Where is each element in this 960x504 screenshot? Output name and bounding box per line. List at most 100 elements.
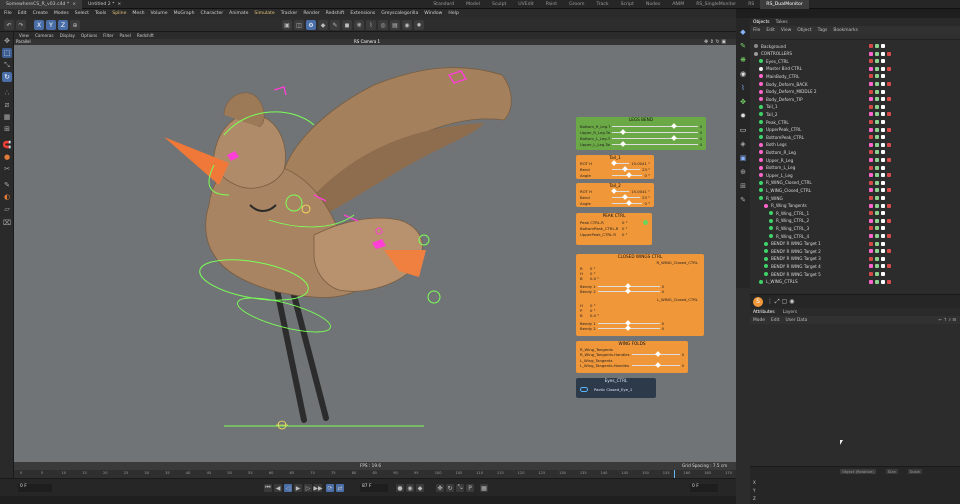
- object-row[interactable]: R_Wing_CTRL_4: [754, 233, 960, 239]
- tag-icon[interactable]: [875, 89, 879, 94]
- tag-icon[interactable]: [875, 158, 879, 162]
- tag-icon[interactable]: [881, 234, 885, 238]
- tag-icon[interactable]: [869, 211, 873, 216]
- slider-row[interactable]: Bend 23 °: [580, 166, 650, 173]
- menu-item[interactable]: Create: [33, 11, 48, 16]
- slider-row[interactable]: Bend 23 °: [580, 194, 650, 201]
- axis-y-icon[interactable]: Y: [46, 20, 56, 30]
- menu-item[interactable]: Edit: [18, 11, 27, 16]
- brush-icon[interactable]: ✎: [738, 196, 748, 206]
- slider-knob[interactable]: [624, 325, 631, 332]
- menu-bookmarks[interactable]: Bookmarks: [833, 28, 858, 33]
- tag-icon[interactable]: [887, 188, 891, 193]
- edge-mode-icon[interactable]: ⧄: [2, 100, 12, 110]
- tag-icon[interactable]: [875, 173, 879, 178]
- tag-icon[interactable]: [869, 279, 873, 284]
- tag-icon[interactable]: [881, 74, 885, 79]
- subdivision-icon[interactable]: ◼: [342, 20, 352, 30]
- slider-row[interactable]: B 0.0 °: [580, 313, 634, 318]
- tag-icon[interactable]: [881, 272, 885, 276]
- layout-tab[interactable]: Paint: [540, 0, 563, 9]
- menu-user-data[interactable]: User Data: [785, 318, 807, 323]
- light-icon[interactable]: ✹: [738, 112, 748, 122]
- tag-icon[interactable]: [881, 241, 885, 246]
- slider-row[interactable]: Upper_L_Leg.Tangent Upper_L_Leg 0: [580, 141, 702, 148]
- layout-tab[interactable]: RS: [742, 0, 760, 9]
- tag-icon[interactable]: [869, 66, 873, 71]
- tag-icon[interactable]: [881, 120, 885, 124]
- menu-item[interactable]: Render: [303, 11, 319, 16]
- tag-icon[interactable]: [869, 82, 873, 86]
- slider-row[interactable]: Bottom_R_Leg.Tangent Bottom_R_Leg 0: [580, 123, 702, 130]
- tag-icon[interactable]: [875, 188, 879, 193]
- tag-icon[interactable]: [887, 234, 891, 238]
- object-row[interactable]: Upper_R_Leg: [754, 157, 960, 163]
- object-row[interactable]: Tail_1: [754, 104, 960, 110]
- loop-icon[interactable]: ⟳: [326, 484, 334, 492]
- slider-knob[interactable]: [654, 362, 661, 369]
- tag-icon[interactable]: [881, 188, 885, 193]
- cube-icon[interactable]: ◆: [738, 28, 748, 38]
- viewport-menu-item[interactable]: Cameras: [35, 33, 54, 38]
- tag-icon[interactable]: ◈: [738, 140, 748, 150]
- tag-icon[interactable]: [869, 51, 873, 56]
- next-frame-icon[interactable]: ▷: [304, 484, 312, 492]
- menu-item[interactable]: Select: [75, 11, 89, 16]
- layout-tab[interactable]: Standard: [427, 0, 460, 9]
- viewport-menu-item[interactable]: Panel: [120, 33, 131, 38]
- tag-icon[interactable]: [875, 264, 879, 269]
- tag-icon[interactable]: [887, 249, 891, 254]
- slider-row[interactable]: L_Wing_Tangents.Handles 0: [580, 362, 684, 369]
- tag-icon[interactable]: [875, 59, 879, 64]
- object-row[interactable]: Both Legs: [754, 142, 960, 148]
- layout-tab-active[interactable]: RS_DualMonitor: [760, 0, 809, 9]
- layout-tab[interactable]: RS_SingleMonitor: [690, 0, 742, 9]
- tag-icon[interactable]: [881, 44, 885, 48]
- menu-item[interactable]: Simulate: [254, 11, 274, 16]
- lock-icon[interactable]: ⌧: [2, 218, 12, 228]
- object-row[interactable]: L_WING_Closed_CTRL: [754, 187, 960, 193]
- tag-icon[interactable]: [875, 196, 879, 200]
- tab-attributes[interactable]: Attributes: [753, 310, 775, 315]
- record-icon[interactable]: ●: [396, 484, 404, 492]
- tag-icon[interactable]: [869, 97, 873, 102]
- next-key-icon[interactable]: ▶▶: [313, 484, 323, 492]
- object-row[interactable]: BENDY R WING Target 4: [754, 263, 960, 269]
- document-tab[interactable]: SomewhereCS_R_v03.c4d * ×: [0, 0, 83, 9]
- viewport-menu-item[interactable]: View: [19, 33, 29, 38]
- object-row[interactable]: Bottom_R_Leg: [754, 149, 960, 155]
- slider-track[interactable]: [612, 200, 643, 207]
- tag-icon[interactable]: [887, 173, 891, 178]
- object-row[interactable]: R_Wing_CTRL_1: [754, 210, 960, 216]
- end-frame-field[interactable]: 0 F: [690, 484, 718, 492]
- viewport-menu-item[interactable]: Redshift: [137, 33, 154, 38]
- layout-tab[interactable]: Sculpt: [486, 0, 512, 9]
- live-selection-icon[interactable]: ⬚: [2, 48, 12, 58]
- slider-track[interactable]: [598, 325, 660, 332]
- camera-label[interactable]: RS Camera 1: [354, 39, 380, 44]
- object-row[interactable]: Background: [754, 43, 960, 49]
- menu-item[interactable]: Help: [448, 11, 458, 16]
- menu-item[interactable]: Spline: [112, 11, 126, 16]
- render-region-icon[interactable]: ◫: [294, 20, 304, 30]
- slider-track[interactable]: [598, 283, 660, 290]
- grid-icon[interactable]: ⊞: [738, 182, 748, 192]
- tag-icon[interactable]: [881, 180, 885, 185]
- mograph-icon[interactable]: ✥: [738, 98, 748, 108]
- snap-icon[interactable]: 🧲: [2, 140, 12, 150]
- object-row[interactable]: BENDY R WING Target 2: [754, 248, 960, 254]
- tag-icon[interactable]: [881, 97, 885, 102]
- object-row[interactable]: Tail_2: [754, 111, 960, 117]
- tag-icon[interactable]: [887, 112, 891, 117]
- uv-mode-icon[interactable]: ⊞: [2, 124, 12, 134]
- tag-icon[interactable]: [875, 142, 879, 147]
- slider-row[interactable]: Angle 0 °: [580, 200, 650, 207]
- tag-icon[interactable]: [869, 272, 873, 276]
- document-tab[interactable]: Untitled 2 * ×: [82, 0, 127, 9]
- tag-icon[interactable]: [869, 264, 873, 269]
- object-row[interactable]: CONTROLLERS: [754, 51, 960, 57]
- polygon-mode-icon[interactable]: ▦: [2, 112, 12, 122]
- tag-icon[interactable]: [881, 165, 885, 170]
- tag-icon[interactable]: [869, 158, 873, 162]
- menu-item[interactable]: MoGraph: [174, 11, 195, 16]
